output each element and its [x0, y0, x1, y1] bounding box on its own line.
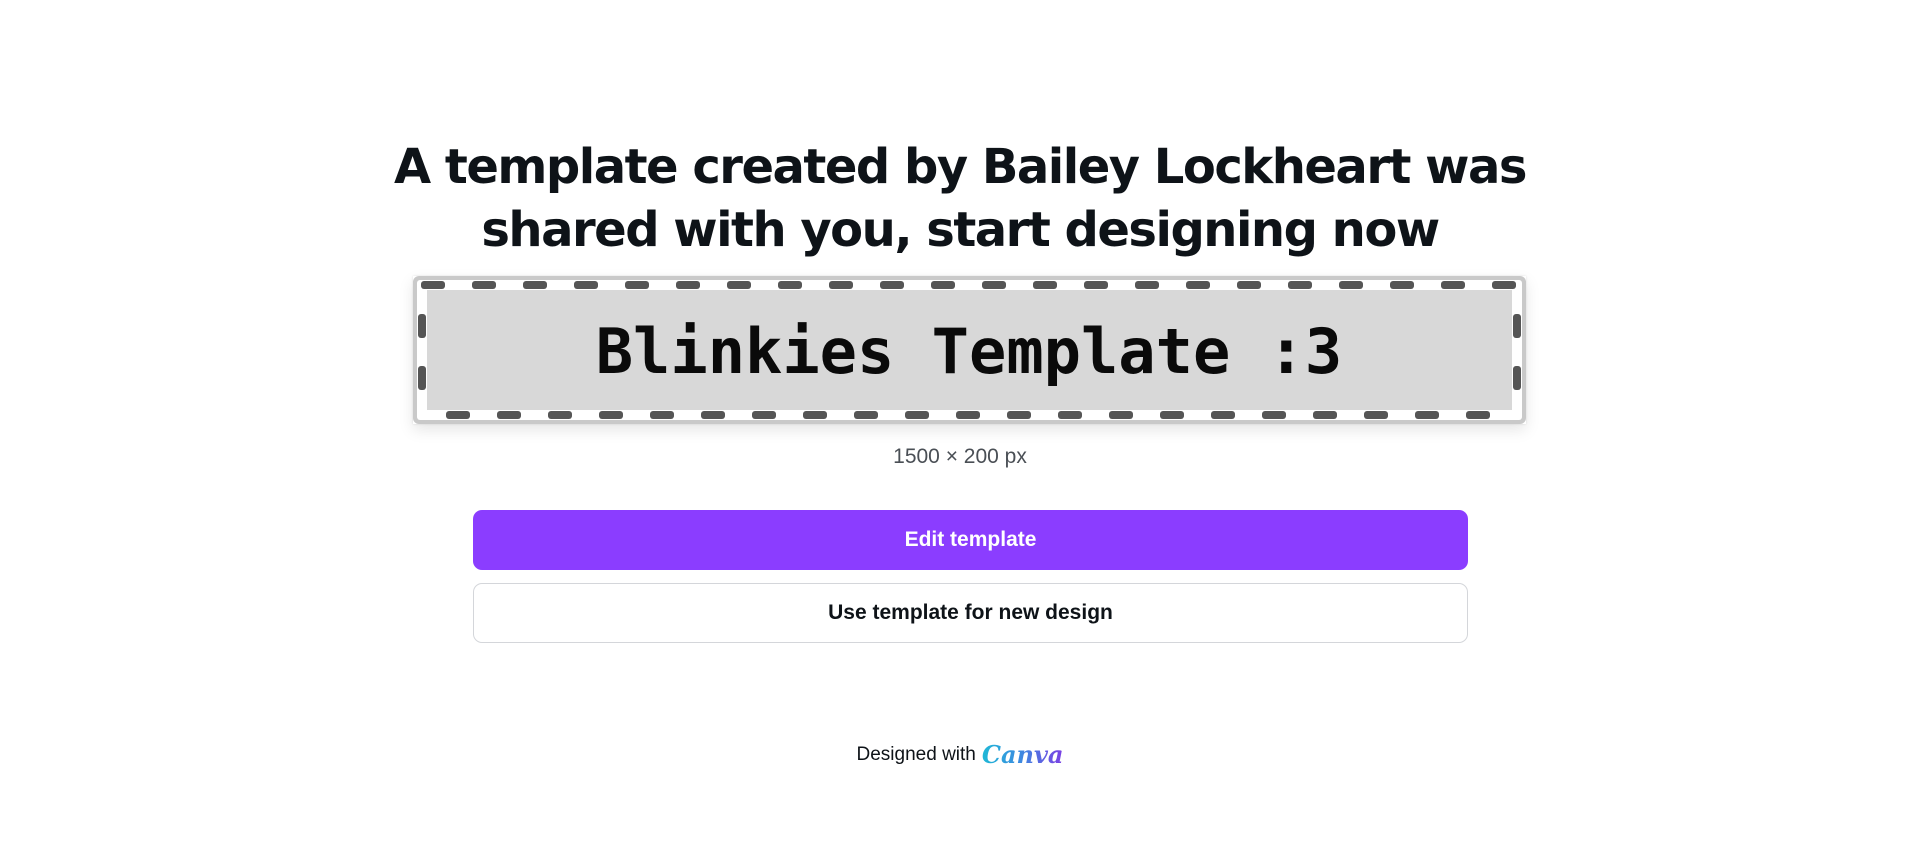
preview-dash-bottom: [446, 411, 470, 419]
page-title: A template created by Bailey Lockheart w…: [0, 136, 1920, 262]
preview-dash-bottom: [803, 411, 827, 419]
designed-with-footer[interactable]: Designed with Canva: [0, 743, 1920, 767]
use-template-button[interactable]: Use template for new design: [473, 583, 1468, 643]
preview-dash-top: [1084, 281, 1108, 289]
preview-dash-bottom: [1313, 411, 1337, 419]
preview-dash-bottom: [599, 411, 623, 419]
preview-dash-top: [982, 281, 1006, 289]
preview-dash-bottom: [854, 411, 878, 419]
preview-dash-top: [523, 281, 547, 289]
preview-dash-top: [1288, 281, 1312, 289]
preview-dash-bottom: [1160, 411, 1184, 419]
preview-dash-bottom: [1058, 411, 1082, 419]
preview-dash-top: [472, 281, 496, 289]
preview-dash-top: [880, 281, 904, 289]
title-line-1: A template created by Bailey Lockheart w…: [394, 139, 1527, 195]
preview-dash-top: [778, 281, 802, 289]
preview-dash-bottom: [1109, 411, 1133, 419]
preview-dash-bottom: [548, 411, 572, 419]
preview-dash-top: [676, 281, 700, 289]
template-preview-image: Blinkies Template :3: [413, 276, 1526, 424]
preview-dash-bottom: [1007, 411, 1031, 419]
template-dimensions: 1500 × 200 px: [893, 445, 1027, 468]
preview-dash-top: [1186, 281, 1210, 289]
preview-dash-bottom: [650, 411, 674, 419]
preview-dash-bottom: [1364, 411, 1388, 419]
preview-dash-bottom: [1211, 411, 1235, 419]
preview-dash-top: [1237, 281, 1261, 289]
preview-dash-top: [574, 281, 598, 289]
designed-with-text: Designed with: [856, 744, 976, 765]
preview-dash-right: [1513, 366, 1521, 390]
preview-title-text: Blinkies Template :3: [596, 315, 1343, 388]
preview-dash-bottom: [1415, 411, 1439, 419]
canva-logo[interactable]: Canva: [982, 743, 1064, 767]
preview-dash-top: [1492, 281, 1516, 289]
preview-dash-top: [829, 281, 853, 289]
preview-dash-bottom: [752, 411, 776, 419]
preview-dash-right: [1513, 314, 1521, 338]
preview-dash-top: [1339, 281, 1363, 289]
preview-dash-bottom: [905, 411, 929, 419]
preview-dash-top: [1033, 281, 1057, 289]
preview-dash-top: [421, 281, 445, 289]
page: A template created by Bailey Lockheart w…: [0, 0, 1920, 849]
preview-dash-top: [727, 281, 751, 289]
preview-dash-top: [1441, 281, 1465, 289]
preview-dash-bottom: [1262, 411, 1286, 419]
template-preview[interactable]: Blinkies Template :3: [413, 276, 1526, 424]
preview-dash-top: [625, 281, 649, 289]
preview-dash-bottom: [956, 411, 980, 419]
preview-dash-bottom: [1466, 411, 1490, 419]
preview-dash-left: [418, 366, 426, 390]
preview-dash-top: [931, 281, 955, 289]
preview-dash-top: [1135, 281, 1159, 289]
preview-dash-top: [1390, 281, 1414, 289]
edit-template-button[interactable]: Edit template: [473, 510, 1468, 570]
title-line-2: shared with you, start designing now: [481, 202, 1440, 258]
preview-dash-bottom: [497, 411, 521, 419]
preview-dash-left: [418, 314, 426, 338]
preview-dash-bottom: [701, 411, 725, 419]
